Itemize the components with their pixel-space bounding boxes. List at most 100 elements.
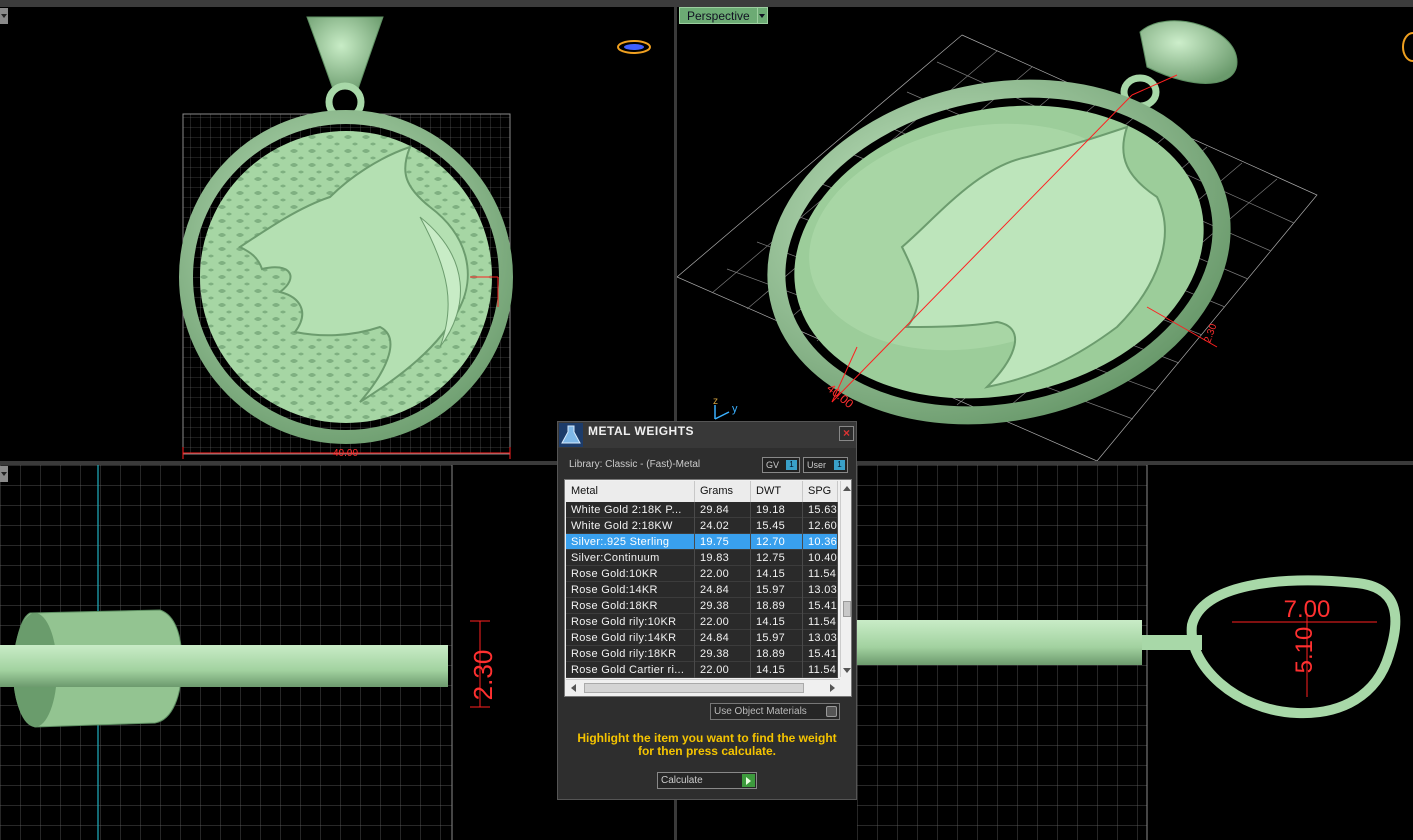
- table-row[interactable]: Rose Gold:10KR 22.00 14.15 11.54: [566, 566, 838, 582]
- table-row[interactable]: White Gold 2:18KW 24.02 15.45 12.60: [566, 518, 838, 534]
- cell-dwt: 18.89: [751, 598, 803, 614]
- bail-width-dimension: 7.00: [1284, 596, 1331, 623]
- scroll-thumb[interactable]: [584, 683, 804, 693]
- cell-dwt: 18.89: [751, 646, 803, 662]
- cell-spg: 10.40: [803, 550, 838, 566]
- cell-dwt: 14.15: [751, 662, 803, 678]
- scroll-right-icon[interactable]: [830, 684, 835, 692]
- cell-dwt: 15.97: [751, 630, 803, 646]
- cell-grams: 24.02: [695, 518, 751, 534]
- gv-toggle-label: GV: [766, 460, 780, 470]
- cell-metal: Silver:.925 Sterling: [566, 534, 695, 550]
- metal-weights-dialog: METAL WEIGHTS × Library: Classic - (Fast…: [557, 421, 857, 800]
- thickness-dimension: 2.30: [468, 650, 498, 701]
- gv-toggle-value: 1: [786, 460, 797, 470]
- gv-toggle[interactable]: GV 1: [762, 457, 800, 473]
- table-row[interactable]: Silver:.925 Sterling 19.75 12.70 10.36: [566, 534, 838, 550]
- scroll-left-icon[interactable]: [571, 684, 576, 692]
- table-row[interactable]: Rose Gold rily:10KR 22.00 14.15 11.54: [566, 614, 838, 630]
- perspective-view-canvas: 40.00 2.30 z y: [677, 20, 1413, 461]
- axis-y-label: y: [732, 403, 738, 415]
- user-toggle[interactable]: User 1: [803, 457, 848, 473]
- library-label: Library: Classic - (Fast)-Metal: [569, 459, 701, 470]
- cell-dwt: 14.15: [751, 614, 803, 630]
- cell-metal: White Gold 2:18KW: [566, 518, 695, 534]
- cell-grams: 29.38: [695, 646, 751, 662]
- view-selector[interactable]: Perspective: [679, 7, 768, 24]
- instruction-text: Highlight the item you want to find the …: [577, 731, 837, 758]
- view-name-label[interactable]: Perspective: [679, 7, 758, 24]
- table-row[interactable]: White Gold 2:18K P... 29.84 19.18 15.63: [566, 502, 838, 518]
- cell-grams: 29.84: [695, 502, 751, 518]
- gem-icon[interactable]: [1402, 32, 1413, 62]
- close-button[interactable]: ×: [839, 426, 854, 441]
- use-object-materials-toggle[interactable]: Use Object Materials: [710, 703, 840, 720]
- cell-dwt: 15.97: [751, 582, 803, 598]
- cell-spg: 11.54: [803, 614, 838, 630]
- front-view-canvas: 40.00: [179, 16, 651, 459]
- cell-grams: 22.00: [695, 566, 751, 582]
- cell-grams: 22.00: [695, 662, 751, 678]
- table-row[interactable]: Rose Gold:14KR 24.84 15.97 13.03: [566, 582, 838, 598]
- cell-grams: 24.84: [695, 630, 751, 646]
- cell-metal: Rose Gold:18KR: [566, 598, 695, 614]
- cell-spg: 15.63: [803, 502, 838, 518]
- table-row[interactable]: Rose Gold Cartier ri... 22.00 14.15 11.54: [566, 662, 838, 678]
- axis-z-label: z: [713, 396, 718, 407]
- table-vertical-scrollbar[interactable]: [840, 481, 851, 677]
- bail-height-dimension: 5.10: [1291, 627, 1318, 674]
- table-row[interactable]: Silver:Continuum 19.83 12.75 10.40: [566, 550, 838, 566]
- cell-spg: 13.03: [803, 630, 838, 646]
- table-header: Metal Grams DWT SPG: [566, 481, 838, 502]
- table-row[interactable]: Rose Gold rily:18KR 29.38 18.89 15.41: [566, 646, 838, 662]
- cell-metal: Rose Gold rily:18KR: [566, 646, 695, 662]
- viewport-menu-button[interactable]: [0, 466, 8, 482]
- chevron-down-icon[interactable]: [757, 7, 768, 24]
- cell-spg: 12.60: [803, 518, 838, 534]
- pendant-bail: [306, 16, 384, 90]
- dialog-titlebar[interactable]: METAL WEIGHTS ×: [558, 422, 856, 448]
- cell-dwt: 12.70: [751, 534, 803, 550]
- cell-spg: 15.41: [803, 646, 838, 662]
- cell-grams: 19.75: [695, 534, 751, 550]
- cell-dwt: 15.45: [751, 518, 803, 534]
- table-body: White Gold 2:18K P... 29.84 19.18 15.63 Whit…: [566, 502, 838, 678]
- cell-spg: 15.41: [803, 598, 838, 614]
- table-row[interactable]: Rose Gold:18KR 29.38 18.89 15.41: [566, 598, 838, 614]
- scroll-up-icon[interactable]: [843, 486, 851, 491]
- front-width-dimension: 40.00: [333, 448, 358, 459]
- cell-metal: Rose Gold:14KR: [566, 582, 695, 598]
- cell-metal: Rose Gold rily:10KR: [566, 614, 695, 630]
- cell-spg: 11.54: [803, 662, 838, 678]
- pendant-bail: [1139, 20, 1238, 84]
- metal-table[interactable]: Metal Grams DWT SPG White Gold 2:18K P..…: [564, 479, 852, 697]
- play-icon: [742, 774, 755, 787]
- toggle-knob-icon: [826, 706, 837, 717]
- cell-spg: 13.03: [803, 582, 838, 598]
- flask-icon: [559, 423, 583, 447]
- cell-metal: Rose Gold Cartier ri...: [566, 662, 695, 678]
- cell-metal: White Gold 2:18K P...: [566, 502, 695, 518]
- use-object-materials-label: Use Object Materials: [714, 706, 807, 717]
- cell-metal: Rose Gold rily:14KR: [566, 630, 695, 646]
- calculate-label: Calculate: [661, 775, 703, 786]
- scroll-down-icon[interactable]: [843, 668, 851, 673]
- ring-edge: [0, 645, 448, 687]
- column-header-grams[interactable]: Grams: [695, 481, 751, 502]
- calculate-button[interactable]: Calculate: [657, 772, 757, 789]
- table-horizontal-scrollbar[interactable]: [566, 679, 840, 695]
- viewport-menu-button[interactable]: [0, 8, 8, 24]
- cell-metal: Silver:Continuum: [566, 550, 695, 566]
- column-header-spg[interactable]: SPG: [803, 481, 838, 502]
- table-row[interactable]: Rose Gold rily:14KR 24.84 15.97 13.03: [566, 630, 838, 646]
- dialog-title: METAL WEIGHTS: [588, 424, 695, 438]
- scroll-thumb[interactable]: [843, 601, 851, 617]
- viewport-perspective[interactable]: 40.00 2.30 z y Perspective: [677, 7, 1413, 461]
- column-header-metal[interactable]: Metal: [566, 481, 695, 502]
- cell-grams: 19.83: [695, 550, 751, 566]
- viewport-front[interactable]: 40.00: [0, 7, 674, 461]
- column-header-dwt[interactable]: DWT: [751, 481, 803, 502]
- cell-dwt: 19.18: [751, 502, 803, 518]
- cell-grams: 24.84: [695, 582, 751, 598]
- cell-metal: Rose Gold:10KR: [566, 566, 695, 582]
